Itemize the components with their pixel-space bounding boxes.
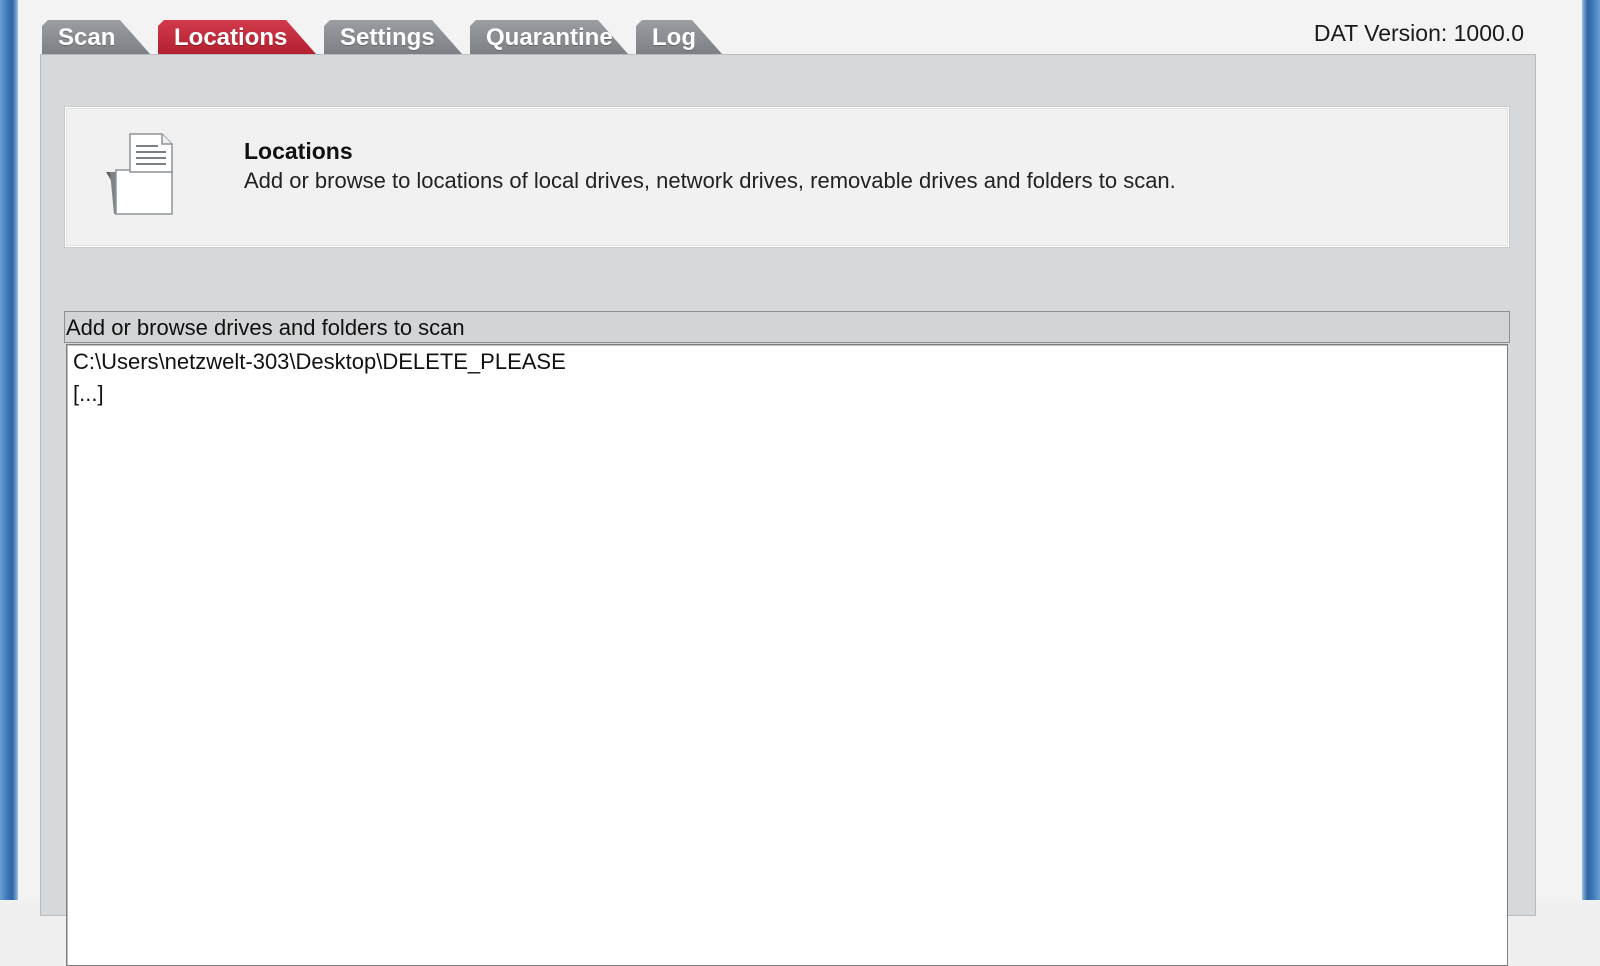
dat-version: DAT Version: 1000.0 [1313,20,1524,46]
window-frame-left [0,0,18,900]
tab-locations[interactable]: Locations [158,20,316,54]
tab-settings[interactable]: Settings [324,20,462,54]
list-item[interactable]: C:\Users\netzwelt-303\Desktop\DELETE_PLE… [73,347,566,377]
tab-quarantine[interactable]: Quarantine [470,20,628,54]
section-title: Locations [244,138,353,164]
tab-scan[interactable]: Scan [42,20,150,54]
document-icon [106,133,173,215]
window-frame-right [1582,0,1600,900]
tab-log[interactable]: Log [636,20,722,54]
section-header: Locations Add or browse to locations of … [65,107,1509,247]
locations-list-header: Add or browse drives and folders to scan [64,311,1510,343]
list-item[interactable]: [...] [73,379,104,409]
app-window: Scan Locations Settings Quarantine Log D… [18,0,1582,966]
locations-list[interactable]: C:\Users\netzwelt-303\Desktop\DELETE_PLE… [66,344,1508,966]
locations-panel: Locations Add or browse to locations of … [40,54,1536,966]
section-description: Add or browse to locations of local driv… [244,168,1176,193]
